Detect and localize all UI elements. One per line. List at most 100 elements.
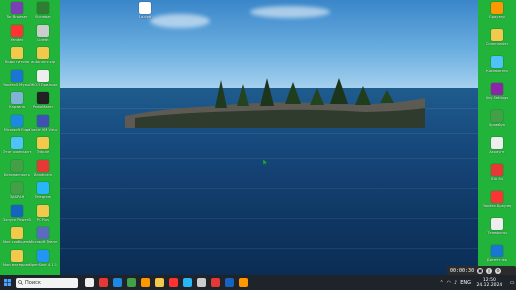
cloud bbox=[250, 6, 330, 18]
app-icon bbox=[491, 110, 503, 122]
desktop-icon-label: Диспетчер bbox=[486, 258, 508, 262]
app-icon bbox=[11, 249, 23, 262]
recorder-settings-button[interactable]: ⚙ bbox=[495, 268, 502, 274]
app-icon bbox=[37, 2, 49, 14]
taskbar-app-icon[interactable] bbox=[126, 278, 136, 287]
desktop-icon-label: Yandex5 Музыка bbox=[3, 82, 31, 87]
file-icon bbox=[139, 2, 151, 14]
desktop-wallpaper bbox=[0, 0, 516, 275]
app-icon bbox=[491, 83, 503, 95]
windows-logo-icon bbox=[3, 279, 11, 286]
app-icon bbox=[37, 24, 49, 37]
search-icon bbox=[18, 280, 23, 285]
desktop-icon-label: Yandex bbox=[10, 37, 24, 42]
volume-icon[interactable]: ♪ bbox=[454, 280, 457, 286]
clock-date: 24.12.2024 bbox=[476, 282, 503, 288]
desktop-icon-label: Безопасность bbox=[3, 172, 31, 177]
desktop-file-label: 1a.dpff bbox=[138, 15, 152, 19]
desktop-icon[interactable]: Телефоны bbox=[484, 218, 510, 244]
app-icon bbox=[37, 92, 49, 104]
taskbar-app-icon[interactable] bbox=[154, 278, 164, 287]
desktop-icon-label: Bandicam bbox=[34, 172, 52, 177]
recorder-elapsed: 00:00:30 bbox=[450, 268, 475, 274]
desktop-icon-label: Хромбук bbox=[488, 123, 506, 127]
desktop-icon-label: Браузер bbox=[489, 15, 505, 19]
desktop-icon[interactable]: Аккаунт bbox=[484, 137, 510, 163]
desktop-icon-label: Commander bbox=[485, 42, 509, 46]
recorder-stop-button[interactable]: ■ bbox=[477, 268, 484, 274]
app-icon bbox=[491, 137, 503, 149]
desktop-icon[interactable]: Мои материалы bbox=[3, 249, 31, 276]
taskbar-app-icon[interactable] bbox=[112, 278, 122, 287]
app-icon bbox=[11, 159, 23, 172]
cursor-icon bbox=[263, 159, 268, 166]
taskbar-app-icon[interactable] bbox=[84, 278, 94, 287]
app-icon bbox=[37, 249, 49, 262]
app-icon bbox=[37, 137, 49, 149]
desktop-icon-label: Tribute bbox=[36, 150, 50, 154]
desktop-icon[interactable]: Компьютер bbox=[484, 56, 510, 82]
rocky-island bbox=[125, 78, 425, 128]
desktop-icon-label: Запуск PowerShell bbox=[3, 217, 31, 222]
desktop-icon-label: Коды гитона bbox=[4, 60, 30, 64]
app-icon bbox=[37, 47, 49, 59]
desktop-icon-label: Компьютер bbox=[486, 69, 508, 73]
desktop-icon[interactable]: Хромбук bbox=[484, 110, 510, 136]
taskbar-search[interactable]: Поиск bbox=[16, 277, 78, 288]
desktop-icon-label: Telegram bbox=[34, 195, 52, 199]
language-indicator[interactable]: ENG bbox=[460, 280, 471, 286]
desktop-icon-label: Shinebar bbox=[34, 15, 51, 19]
taskbar-app-icon[interactable] bbox=[168, 278, 178, 287]
desktop-icon-label: Tor Browser bbox=[6, 15, 28, 19]
chevron-up-icon[interactable]: ⌃ bbox=[439, 280, 443, 286]
cloud bbox=[150, 14, 210, 28]
desktop-icon-label: PCPlus bbox=[37, 217, 49, 222]
desktop-icon-label: Этот компьютер bbox=[3, 150, 31, 154]
app-icon bbox=[37, 227, 49, 239]
taskbar-app-icon[interactable] bbox=[98, 278, 108, 287]
app-icon bbox=[491, 164, 503, 176]
desktop-icon-label: Аккаунт bbox=[489, 150, 505, 154]
app-icon bbox=[11, 2, 23, 14]
app-icon bbox=[11, 227, 23, 239]
app-icon bbox=[37, 69, 49, 82]
notification-icon[interactable]: ▭ bbox=[510, 280, 515, 286]
desktop-icon-label: ЛКОЛ Приложение bbox=[29, 82, 57, 87]
desktop-icon-label: IDA 64 bbox=[491, 177, 503, 181]
taskbar-app-icon[interactable] bbox=[238, 278, 248, 287]
clock[interactable]: 12:50 24.12.2024 bbox=[477, 278, 503, 288]
desktop-file-icon[interactable]: 1a.dpff bbox=[132, 2, 158, 28]
app-icon bbox=[37, 114, 49, 127]
taskbar-app-icon[interactable] bbox=[182, 278, 192, 287]
desktop-icon[interactable]: OpenShot 4.1.1 bbox=[29, 249, 57, 276]
system-tray: ⌃ ◠ ♪ ENG 12:50 24.12.2024 ▭ bbox=[438, 275, 516, 290]
app-icon bbox=[11, 204, 23, 217]
taskbar-app-icon[interactable] bbox=[140, 278, 150, 287]
taskbar-app-icon[interactable] bbox=[224, 278, 234, 287]
desktop-icon[interactable]: Commander bbox=[484, 29, 510, 55]
app-icon bbox=[11, 69, 23, 82]
app-icon bbox=[491, 191, 503, 203]
app-icon bbox=[11, 114, 23, 127]
desktop-icon-label: autorunrz.zip bbox=[31, 60, 55, 64]
desktop-icon[interactable]: IDA 64 bbox=[484, 164, 510, 190]
desktop-icon-label: OpenShot 4.1.1 bbox=[29, 262, 57, 267]
desktop-icon[interactable]: Браузер bbox=[484, 2, 510, 28]
desktop-icon-label: Lidetit bbox=[37, 37, 49, 42]
desktop-icon-label: Телефоны bbox=[487, 231, 507, 235]
desktop-icon[interactable]: Yandex Браузер bbox=[483, 191, 511, 217]
taskbar-app-icon[interactable] bbox=[210, 278, 220, 287]
app-icon bbox=[491, 218, 503, 230]
app-icon bbox=[11, 92, 23, 104]
app-icon bbox=[11, 137, 23, 149]
desktop-icon[interactable]: Xinj Settings bbox=[484, 83, 510, 109]
taskbar-app-icon[interactable] bbox=[196, 278, 206, 287]
app-icon bbox=[11, 182, 23, 194]
desktop-icon-label: Microsoft Teams bbox=[29, 240, 57, 244]
taskbar: Поиск ⌃ ◠ ♪ ENG 12:50 24.12.2024 ▭ bbox=[0, 275, 516, 290]
desktop-icon-label: Oracle VM VirtualBox bbox=[29, 127, 57, 132]
recorder-pause-button[interactable]: ∥ bbox=[486, 268, 493, 274]
app-icon bbox=[491, 56, 503, 68]
start-button[interactable] bbox=[0, 275, 14, 290]
wifi-icon[interactable]: ◠ bbox=[447, 280, 451, 286]
